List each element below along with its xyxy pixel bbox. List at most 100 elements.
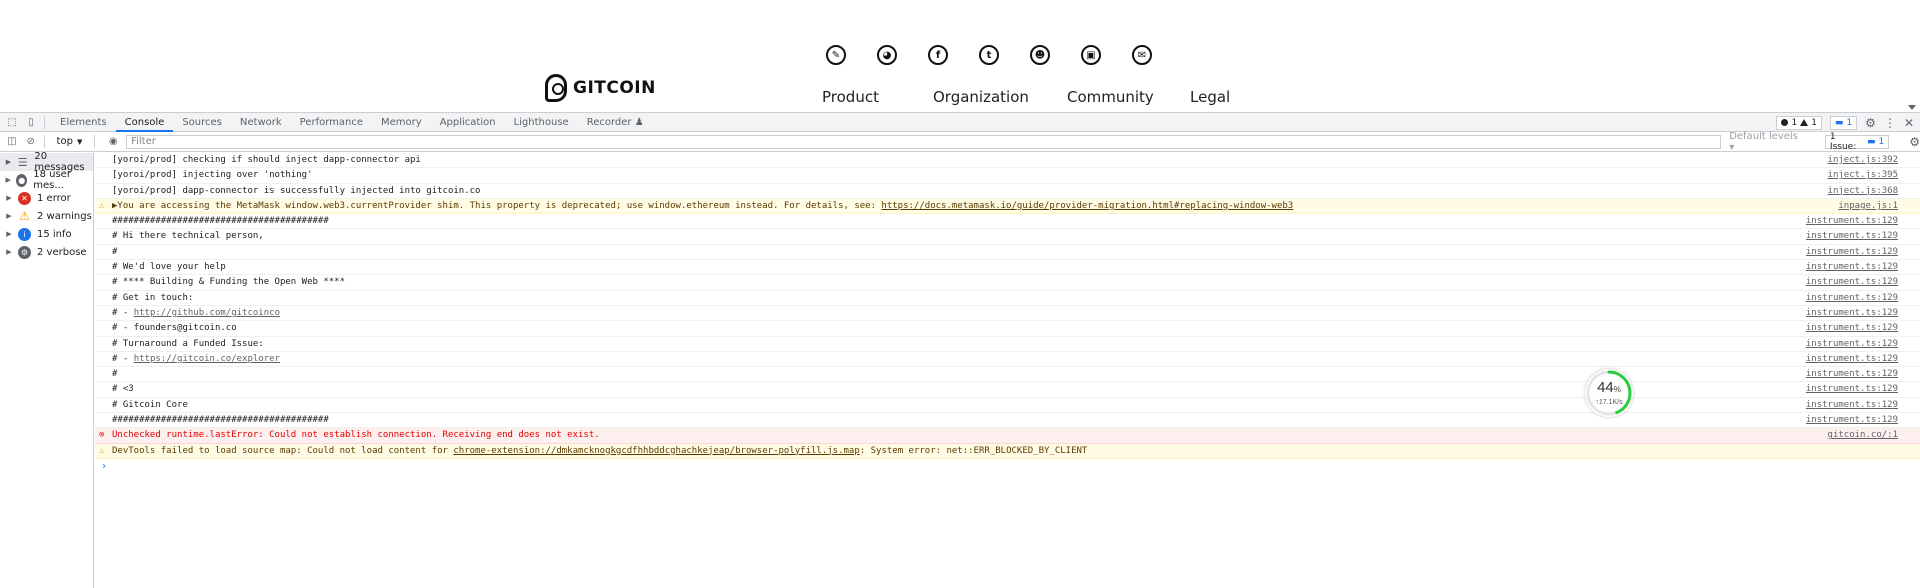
footer-link-legal[interactable]: Legal <box>1190 88 1230 106</box>
console-row[interactable]: # Get in touch: instrument.ts:129 <box>95 291 1920 306</box>
console-source-link[interactable]: inject.js:395 <box>1828 168 1898 182</box>
console-message-text: # - founders@gitcoin.co <box>112 323 237 334</box>
github-icon[interactable]: ◕ <box>877 45 897 65</box>
console-source-link[interactable]: instrument.ts:129 <box>1806 291 1898 305</box>
tab-console[interactable]: Console <box>115 113 174 132</box>
console-row[interactable]: # Turnaround a Funded Issue: instrument.t… <box>95 337 1920 352</box>
twitter-icon[interactable]: t <box>979 45 999 65</box>
sidebar-item-verbose[interactable]: ▶ ⚙ 2 verbose <box>0 243 93 261</box>
errors-count: 1 <box>1791 117 1798 128</box>
email-icon[interactable]: ✉ <box>1132 45 1152 65</box>
tab-application[interactable]: Application <box>431 113 505 132</box>
network-speed-gauge[interactable]: 44% ↑17.1K/s <box>1585 369 1633 417</box>
tab-sources[interactable]: Sources <box>173 113 231 132</box>
tab-elements[interactable]: Elements <box>51 113 116 132</box>
console-prompt[interactable]: › <box>95 459 1920 474</box>
console-source-link[interactable]: instrument.ts:129 <box>1806 382 1898 396</box>
tab-lighthouse[interactable]: Lighthouse <box>505 113 578 132</box>
console-row[interactable]: ########################################… <box>95 413 1920 429</box>
more-options-icon[interactable]: ⋮ <box>1884 116 1896 130</box>
console-source-link[interactable]: instrument.ts:129 <box>1806 413 1898 427</box>
inspect-element-icon[interactable]: ⬚ <box>5 115 19 129</box>
blog-icon[interactable]: ✎ <box>826 45 846 65</box>
expand-caret-icon[interactable]: ▶ <box>4 158 13 166</box>
console-message-text: # We'd love your help <box>112 262 226 273</box>
console-source-link[interactable]: gitcoin.co/:1 <box>1828 428 1898 442</box>
footer-link-organization[interactable]: Organization <box>933 88 1067 106</box>
console-row[interactable]: ⚠ ▶You are accessing the MetaMask window.… <box>95 198 1920 215</box>
console-source-link[interactable]: instrument.ts:129 <box>1806 260 1898 274</box>
error-warning-counter[interactable]: 1 1 <box>1776 115 1822 130</box>
console-source-link[interactable]: instrument.ts:129 <box>1806 367 1898 381</box>
console-row[interactable]: # We'd love your help instrument.ts:129 <box>95 260 1920 276</box>
console-row[interactable]: # Hi there technical person, instrument.t… <box>95 229 1920 245</box>
scroll-down-arrow-icon[interactable] <box>1908 105 1916 110</box>
console-source-link[interactable]: instrument.ts:129 <box>1806 245 1898 259</box>
console-message-link[interactable]: https://gitcoin.co/explorer <box>134 354 280 364</box>
sidebar-item-info[interactable]: ▶ i 15 info <box>0 225 93 243</box>
footer-link-community[interactable]: Community <box>1067 88 1190 106</box>
console-settings-gear-icon[interactable]: ⚙ <box>1909 135 1920 149</box>
console-source-link[interactable]: inject.js:368 <box>1828 184 1898 198</box>
sidebar-item-label: 1 error <box>37 192 71 204</box>
console-source-link[interactable]: instrument.ts:129 <box>1806 337 1898 351</box>
tab-network[interactable]: Network <box>231 113 291 132</box>
console-row[interactable]: # - http://github.com/gitcoinco instrumen… <box>95 306 1920 322</box>
console-row[interactable]: # instrument.ts:129 <box>95 245 1920 261</box>
expand-caret-icon[interactable]: ▶ <box>4 230 14 238</box>
messages-counter[interactable]: ▬ 1 <box>1829 115 1858 130</box>
youtube-icon[interactable]: ▣ <box>1081 45 1101 65</box>
console-row[interactable]: # Gitcoin Core instrument.ts:129 <box>95 398 1920 414</box>
footer-link-product[interactable]: Product <box>822 88 933 106</box>
clear-console-icon[interactable]: ⊘ <box>24 135 38 149</box>
console-source-link[interactable]: inject.js:392 <box>1828 153 1898 167</box>
console-row[interactable]: # - founders@gitcoin.co instrument.ts:129 <box>95 321 1920 337</box>
sidebar-item-warnings[interactable]: ▶ ⚠ 2 warnings <box>0 207 93 225</box>
page-scrollbar[interactable] <box>1904 0 1920 112</box>
context-selector[interactable]: top ▼ <box>51 136 89 147</box>
device-toolbar-icon[interactable]: ▯ <box>24 115 38 129</box>
console-source-link[interactable]: instrument.ts:129 <box>1806 398 1898 412</box>
console-row[interactable]: ⊗ Unchecked runtime.lastError: Could not … <box>95 428 1920 444</box>
expand-caret-icon[interactable]: ▶ <box>4 248 14 256</box>
console-row[interactable]: [yoroi/prod] checking if should inject d… <box>95 153 1920 169</box>
console-message-link[interactable]: chrome-extension://dmkamcknogkgcdfhhbddc… <box>453 446 859 456</box>
console-source-link[interactable]: instrument.ts:129 <box>1806 229 1898 243</box>
console-message-link[interactable]: https://docs.metamask.io/guide/provider-… <box>881 201 1293 211</box>
sidebar-item-user-messages[interactable]: ▶ ● 18 user mes... <box>0 169 93 191</box>
console-row[interactable]: # - https://gitcoin.co/explorer instrumen… <box>95 352 1920 368</box>
log-levels-dropdown[interactable]: Default levels ▾ <box>1729 131 1805 153</box>
console-row[interactable]: [yoroi/prod] dapp-connector is successfu… <box>95 184 1920 199</box>
console-message-link[interactable]: http://github.com/gitcoinco <box>134 308 280 318</box>
expand-caret-icon[interactable]: ▶ <box>4 212 14 220</box>
console-source-link[interactable]: inpage.js:1 <box>1838 199 1898 213</box>
console-row[interactable]: ⚠ DevTools failed to load source map: Cou… <box>95 443 1920 459</box>
console-row[interactable]: # instrument.ts:129 <box>95 367 1920 383</box>
close-devtools-icon[interactable]: ✕ <box>1904 116 1914 130</box>
reddit-icon[interactable]: ☻ <box>1030 45 1050 65</box>
gauge-percent-value: 44 <box>1597 379 1614 396</box>
facebook-icon[interactable]: f <box>928 45 948 65</box>
console-source-link[interactable]: instrument.ts:129 <box>1806 321 1898 335</box>
tab-memory[interactable]: Memory <box>372 113 431 132</box>
expand-caret-icon[interactable]: ▶ <box>4 194 14 202</box>
gitcoin-logo[interactable]: GITCOIN <box>545 74 656 102</box>
issues-button[interactable]: 1 Issue: ▬ 1 <box>1824 132 1890 152</box>
console-message-text: ######################################## <box>112 216 329 227</box>
settings-gear-icon[interactable]: ⚙ <box>1865 116 1876 130</box>
console-row[interactable]: # **** Building & Funding the Open Web *… <box>95 275 1920 291</box>
toggle-sidebar-icon[interactable]: ◫ <box>5 135 19 149</box>
console-row[interactable]: [yoroi/prod] injecting over 'nothing' inj… <box>95 168 1920 184</box>
tab-performance[interactable]: Performance <box>291 113 372 132</box>
console-row[interactable]: ########################################… <box>95 214 1920 230</box>
sidebar-item-errors[interactable]: ▶ ✕ 1 error <box>0 189 93 207</box>
console-source-link[interactable]: instrument.ts:129 <box>1806 214 1898 228</box>
expand-caret-icon[interactable]: ▶ <box>4 176 12 184</box>
console-filter-input[interactable]: Filter <box>126 134 1722 149</box>
console-source-link[interactable]: instrument.ts:129 <box>1806 352 1898 366</box>
console-row[interactable]: # <3 instrument.ts:129 <box>95 382 1920 398</box>
console-source-link[interactable]: instrument.ts:129 <box>1806 306 1898 320</box>
live-expression-eye-icon[interactable]: ◉ <box>106 135 120 149</box>
tab-recorder[interactable]: Recorder ♟ <box>578 113 653 132</box>
console-source-link[interactable]: instrument.ts:129 <box>1806 275 1898 289</box>
